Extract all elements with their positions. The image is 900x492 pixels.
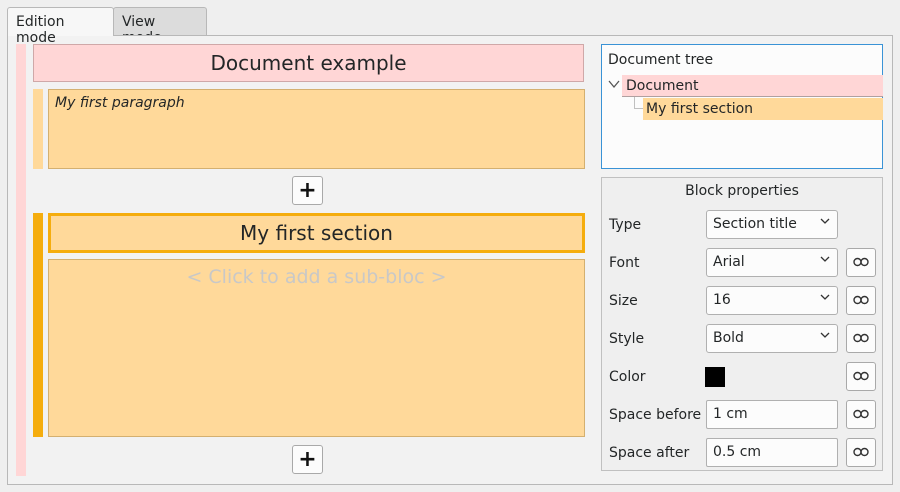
paragraph-block-stripe[interactable] bbox=[33, 89, 43, 169]
tree-item-section[interactable]: My first section bbox=[643, 98, 883, 120]
add-block-button[interactable]: + bbox=[292, 176, 323, 205]
tree-item-label: Document bbox=[626, 78, 699, 94]
size-link-button[interactable] bbox=[846, 286, 876, 315]
chevron-down-icon bbox=[819, 253, 831, 268]
document-tree[interactable]: Document tree Document My first section bbox=[601, 44, 883, 169]
chevron-down-icon[interactable] bbox=[607, 77, 621, 91]
type-label: Type bbox=[609, 217, 642, 233]
section-body-dropzone[interactable]: < Click to add a sub-bloc > bbox=[48, 259, 585, 437]
section-block-stripe[interactable] bbox=[33, 213, 43, 437]
size-select[interactable]: 16 bbox=[706, 286, 838, 315]
space-after-label: Space after bbox=[609, 445, 690, 461]
link-icon bbox=[853, 331, 869, 347]
space-after-value: 0.5 cm bbox=[713, 444, 762, 460]
plus-icon: + bbox=[298, 177, 317, 203]
chevron-down-icon bbox=[819, 329, 831, 344]
chevron-down-icon bbox=[819, 215, 831, 230]
link-icon bbox=[853, 255, 869, 271]
add-sub-bloc-placeholder: < Click to add a sub-bloc > bbox=[186, 266, 447, 288]
space-after-field[interactable]: 0.5 cm bbox=[706, 438, 838, 467]
section-title: My first section bbox=[240, 221, 393, 245]
document-title-block[interactable]: Document example bbox=[33, 44, 584, 82]
tab-view-mode[interactable]: View mode bbox=[113, 7, 207, 46]
tree-item-label: My first section bbox=[646, 101, 754, 117]
space-before-value: 1 cm bbox=[713, 406, 748, 422]
tree-item-document[interactable]: Document bbox=[622, 75, 883, 97]
paragraph-block[interactable]: My first paragraph bbox=[48, 89, 585, 169]
link-icon bbox=[853, 293, 869, 309]
chevron-down-icon bbox=[819, 291, 831, 306]
color-swatch[interactable] bbox=[705, 367, 725, 387]
block-properties-title: Block properties bbox=[685, 183, 799, 199]
style-link-button[interactable] bbox=[846, 324, 876, 353]
tab-edition-mode[interactable]: Edition mode bbox=[7, 7, 114, 46]
style-select[interactable]: Bold bbox=[706, 324, 838, 353]
space-after-link-button[interactable] bbox=[846, 438, 876, 467]
color-link-button[interactable] bbox=[846, 362, 876, 391]
color-label: Color bbox=[609, 369, 646, 385]
type-select[interactable]: Section title bbox=[706, 210, 838, 239]
document-title: Document example bbox=[210, 51, 407, 75]
tree-branch-line bbox=[634, 97, 643, 109]
font-label: Font bbox=[609, 255, 640, 271]
tree-header: Document tree bbox=[608, 52, 714, 68]
link-icon bbox=[853, 445, 869, 461]
add-block-button[interactable]: + bbox=[292, 445, 323, 474]
document-block-stripe[interactable] bbox=[16, 44, 26, 476]
space-before-label: Space before bbox=[609, 407, 702, 423]
font-select-value: Arial bbox=[713, 254, 745, 270]
type-select-value: Section title bbox=[713, 216, 797, 232]
font-select[interactable]: Arial bbox=[706, 248, 838, 277]
size-label: Size bbox=[609, 293, 638, 309]
block-properties-panel: Block properties Type Section title Font… bbox=[601, 177, 883, 471]
plus-icon: + bbox=[298, 446, 317, 472]
space-before-link-button[interactable] bbox=[846, 400, 876, 429]
section-title-block[interactable]: My first section bbox=[48, 213, 585, 253]
paragraph-text: My first paragraph bbox=[55, 95, 185, 111]
style-label: Style bbox=[609, 331, 645, 347]
space-before-field[interactable]: 1 cm bbox=[706, 400, 838, 429]
style-select-value: Bold bbox=[713, 330, 744, 346]
link-icon bbox=[853, 407, 869, 423]
link-icon bbox=[853, 369, 869, 385]
size-select-value: 16 bbox=[713, 292, 731, 308]
font-link-button[interactable] bbox=[846, 248, 876, 277]
